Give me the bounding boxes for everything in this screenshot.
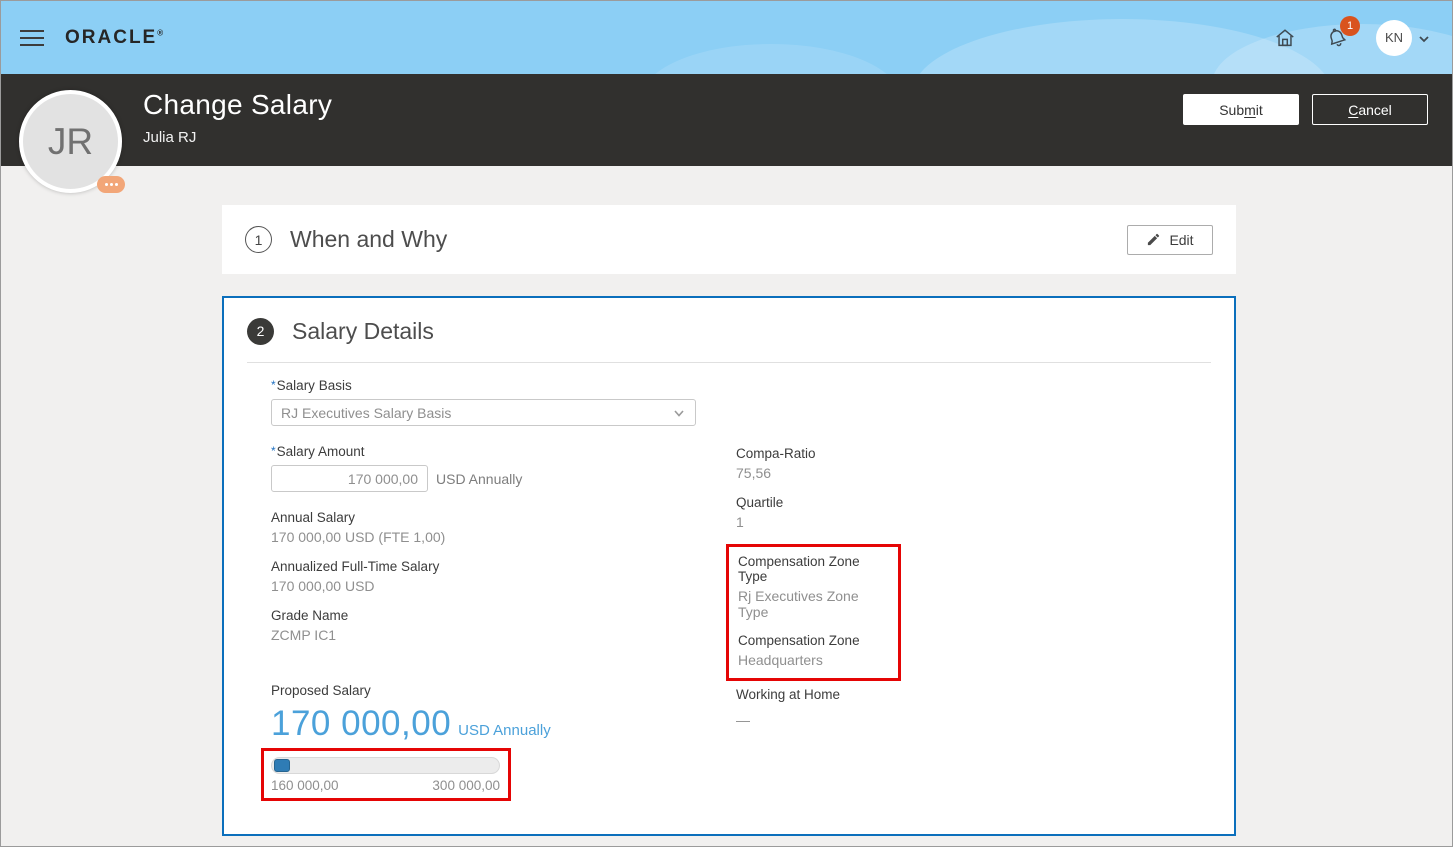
quartile-value: 1 [736,514,744,530]
edit-button[interactable]: Edit [1127,224,1213,255]
page-header: JR Change Salary Julia RJ Submit Cancel [1,74,1452,193]
annotation-box-slider: 160 000,00 300 000,00 [261,748,511,801]
avatar-actions-ellipsis-icon[interactable] [97,176,125,193]
annualized-fulltime-salary-label: Annualized Full-Time Salary [271,559,440,574]
user-avatar[interactable]: KN [1376,19,1412,56]
user-menu[interactable]: KN [1376,19,1430,56]
cancel-button[interactable]: Cancel [1312,94,1428,125]
quartile-label: Quartile [736,495,784,510]
employee-avatar-initials: JR [47,120,94,162]
hamburger-menu-icon[interactable] [20,25,44,51]
step-number: 1 [245,226,272,253]
oracle-logo: ORACLE® [65,26,164,48]
salary-basis-select[interactable]: RJ Executives Salary Basis [271,399,696,426]
divider [247,362,1211,363]
left-column: *Salary Basis RJ Executives Salary Basis… [261,378,736,801]
registered-mark: ® [157,28,164,38]
proposed-salary-value: 170 000,00 [271,704,452,743]
page-title: Change Salary [143,89,333,120]
step-number: 2 [247,317,274,345]
pencil-icon [1148,233,1160,246]
compa-ratio-value: 75,56 [736,465,772,481]
working-at-home-value: — [736,712,750,728]
employee-name: Julia RJ [143,129,197,146]
proposed-salary-slider[interactable] [271,757,500,774]
header-actions: Submit Cancel [1183,94,1428,125]
annualized-fulltime-salary-value: 170 000,00 USD [271,578,375,594]
annual-salary-label: Annual Salary [271,510,356,525]
salary-details-section: 2 Salary Details *Salary Basis RJ Execut… [222,296,1236,836]
compensation-zone-value: Headquarters [738,652,823,668]
chevron-down-icon [1418,32,1430,44]
compensation-zone-type-value: Rj Executives Zone Type [738,588,859,620]
salary-amount-label: *Salary Amount [271,444,365,459]
home-icon[interactable] [1272,25,1298,51]
employee-avatar[interactable]: JR [19,90,125,193]
change-salary-page: ORACLE® 1 KN JR Change Salary Julia RJ S… [0,0,1453,847]
right-column: Compa-Ratio 75,56 Quartile 1 Compensatio… [726,378,1211,801]
compa-ratio-label: Compa-Ratio [736,446,816,461]
proposed-salary-suffix: USD Annually [458,722,551,739]
salary-amount-suffix: USD Annually [436,470,523,487]
working-at-home-label: Working at Home [736,687,841,702]
when-and-why-section: 1 When and Why Edit [222,205,1236,274]
compensation-zone-type-label: Compensation Zone Type [738,554,860,584]
slider-min-label: 160 000,00 [271,778,339,793]
salary-basis-label: *Salary Basis [271,378,352,393]
cloud-decoration [641,44,901,74]
compensation-zone-label: Compensation Zone [738,633,860,648]
section-title: When and Why [290,226,448,252]
grade-name-label: Grade Name [271,608,349,623]
chevron-down-icon [674,409,684,417]
salary-amount-input[interactable] [271,465,428,492]
section-title: Salary Details [292,317,434,344]
notifications-bell-icon[interactable]: 1 [1324,15,1360,51]
slider-handle[interactable] [274,759,290,772]
slider-max-label: 300 000,00 [432,778,500,793]
header-text: Change Salary Julia RJ [143,89,332,146]
top-navigation-bar: ORACLE® 1 KN [1,1,1452,74]
submit-button[interactable]: Submit [1183,94,1299,125]
topbar-actions: 1 KN [1272,15,1430,56]
annotation-box-compensation-zone: Compensation Zone Type Rj Executives Zon… [726,544,901,681]
annual-salary-value: 170 000,00 USD (FTE 1,00) [271,529,446,545]
proposed-salary-label: Proposed Salary [271,683,371,698]
notification-count-badge: 1 [1340,15,1360,36]
grade-name-value: ZCMP IC1 [271,627,337,643]
